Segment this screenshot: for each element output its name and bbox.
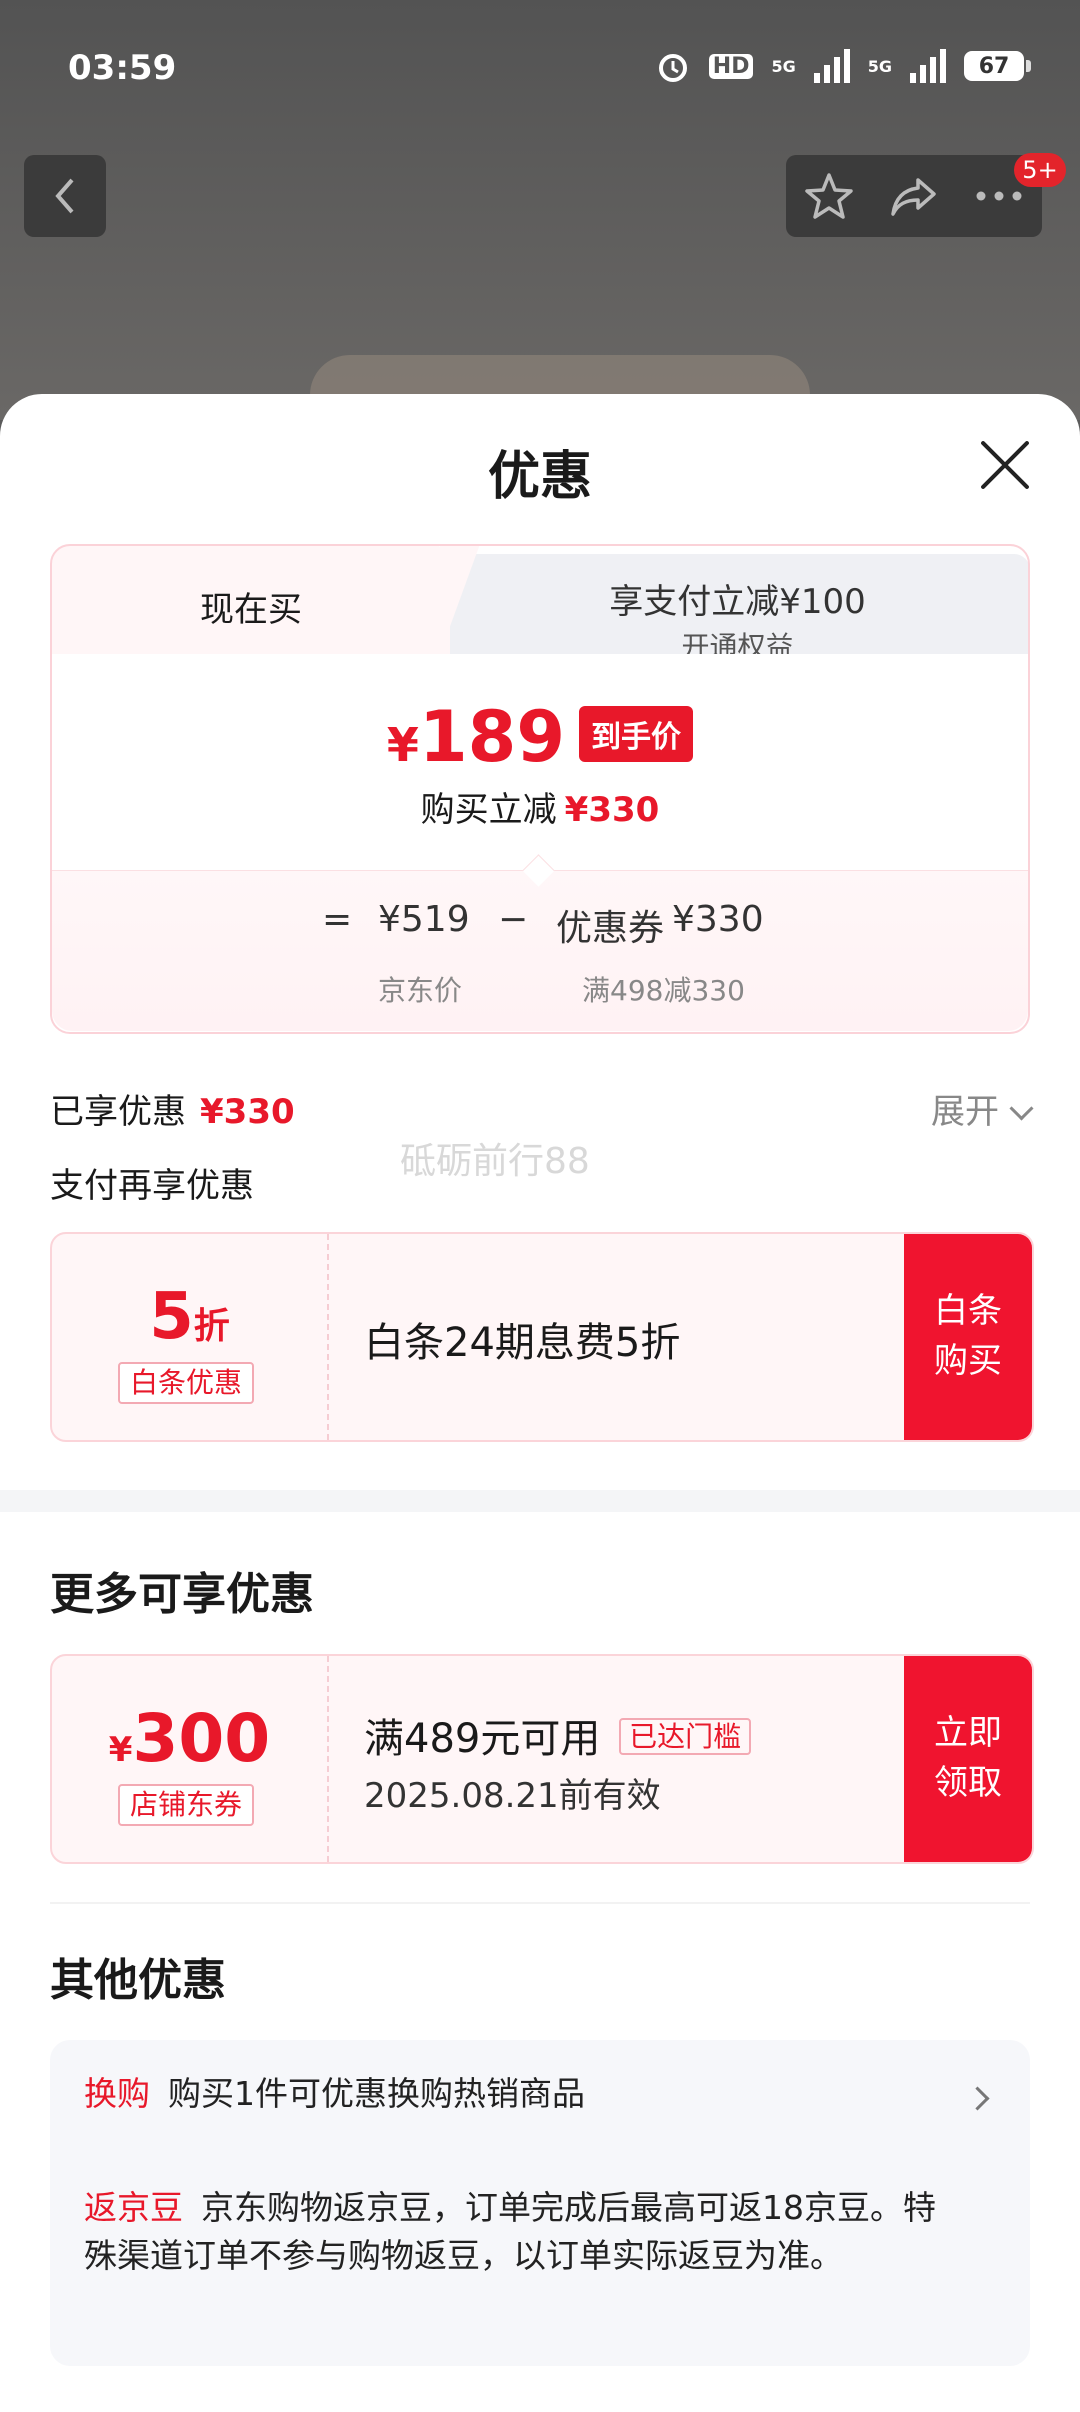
status-time: 03:59 bbox=[68, 48, 177, 88]
chevron-right-icon[interactable] bbox=[965, 2086, 990, 2111]
jingdou-tag: 返京豆 bbox=[84, 2188, 183, 2227]
close-button[interactable] bbox=[978, 438, 1032, 492]
enjoyed-value: ¥330 bbox=[200, 1092, 295, 1132]
divider-line bbox=[50, 1902, 1030, 1904]
network-5g-label-2: 5G bbox=[867, 56, 892, 76]
watermark: 砥砺前行88 bbox=[400, 1141, 590, 1182]
other-offers-box: 换购 购买1件可优惠换购热销商品 返京豆 京东购物返京豆，订单完成后最高可返18京豆… bbox=[50, 2040, 1030, 2366]
claim-coupon-button[interactable]: 立即 领取 bbox=[904, 1656, 1032, 1862]
baitiao-coupon-left: 5折 白条优惠 bbox=[52, 1234, 329, 1440]
baitiao-label: 白条优惠 bbox=[118, 1362, 255, 1404]
shop-coupon-condition-row: 满489元可用 已达门槛 bbox=[364, 1706, 752, 1764]
section-divider bbox=[0, 1490, 1080, 1512]
more-icon[interactable] bbox=[973, 186, 1025, 206]
expand-label: 展开 bbox=[931, 1092, 999, 1132]
message-badge: 5+ bbox=[1014, 153, 1066, 187]
shop-coupon-value: 300 bbox=[132, 1700, 271, 1777]
price-card: 享支付立减¥100 开通权益 现在买 ¥189 到手价 购买立减 ¥330 = ¥5… bbox=[50, 544, 1030, 1034]
alarm-icon bbox=[658, 54, 687, 82]
status-bar: 03:59 HD 5G 5G 67 bbox=[0, 0, 1080, 140]
chevron-down-icon bbox=[1009, 1096, 1034, 1121]
claim-line2: 领取 bbox=[934, 1763, 1002, 1803]
other-offer-exchange[interactable]: 换购 购买1件可优惠换购热销商品 bbox=[84, 2070, 964, 2118]
pay-more-title: 支付再享优惠 bbox=[50, 1166, 254, 1206]
hd-icon: HD bbox=[708, 53, 754, 79]
baitiao-desc: 白条24期息费5折 bbox=[364, 1320, 681, 1366]
jingdou-text: 京东购物返京豆，订单完成后最高可返18京豆。特殊渠道订单不参与购物返豆，以订单实… bbox=[84, 2188, 936, 2275]
shop-coupon-amount: ¥300 bbox=[52, 1700, 327, 1777]
status-icons: HD 5G 5G 67 bbox=[655, 48, 1031, 84]
shop-coupon-expiry: 2025.08.21前有效 bbox=[364, 1776, 661, 1816]
baitiao-buy-line2: 购买 bbox=[934, 1341, 1002, 1381]
other-offer-jingdou: 返京豆 京东购物返京豆，订单完成后最高可返18京豆。特殊渠道订单不参与购物返豆，以… bbox=[84, 2184, 954, 2280]
shop-coupon: ¥300 店铺东券 满489元可用 已达门槛 2025.08.21前有效 立即 … bbox=[50, 1654, 1034, 1864]
sheet-title: 优惠 bbox=[487, 447, 592, 507]
baitiao-coupon: 5折 白条优惠 白条24期息费5折 白条 购买 bbox=[50, 1232, 1034, 1442]
threshold-reached-tag: 已达门槛 bbox=[619, 1718, 752, 1755]
shop-coupon-label: 店铺东券 bbox=[118, 1784, 255, 1826]
enjoyed-discount: 已享优惠 ¥330 bbox=[50, 1084, 295, 1133]
claim-line1: 立即 bbox=[934, 1713, 1002, 1753]
expand-button[interactable]: 展开 bbox=[931, 1084, 1034, 1133]
baitiao-discount-unit: 折 bbox=[193, 1306, 230, 1347]
exchange-text: 购买1件可优惠换购热销商品 bbox=[168, 2074, 585, 2113]
shop-coupon-condition: 满489元可用 bbox=[364, 1716, 601, 1762]
back-button[interactable] bbox=[24, 155, 106, 237]
price-card-border bbox=[50, 544, 1030, 1034]
exchange-tag: 换购 bbox=[84, 2074, 150, 2113]
enjoyed-label: 已享优惠 bbox=[50, 1092, 186, 1132]
shop-coupon-left: ¥300 店铺东券 bbox=[52, 1656, 329, 1862]
star-icon[interactable] bbox=[803, 170, 855, 222]
baitiao-buy-line1: 白条 bbox=[934, 1291, 1002, 1331]
offers-sheet: 优惠 享支付立减¥100 开通权益 现在买 ¥189 到手价 购买立减 ¥330 =… bbox=[0, 394, 1080, 2412]
share-icon[interactable] bbox=[888, 170, 940, 222]
baitiao-buy-button[interactable]: 白条 购买 bbox=[904, 1234, 1032, 1440]
shop-coupon-currency: ¥ bbox=[108, 1730, 133, 1770]
signal-icon bbox=[813, 49, 850, 83]
network-5g-label: 5G bbox=[771, 56, 796, 76]
more-offers-title: 更多可享优惠 bbox=[50, 1569, 314, 1620]
battery-icon: 67 bbox=[964, 51, 1031, 81]
baitiao-discount: 5折 bbox=[52, 1280, 327, 1354]
signal-icon-2 bbox=[910, 49, 946, 83]
baitiao-discount-num: 5 bbox=[149, 1280, 194, 1354]
nav-actions bbox=[786, 155, 1042, 237]
other-offers-title: 其他优惠 bbox=[50, 1955, 226, 2006]
back-icon bbox=[55, 178, 74, 214]
